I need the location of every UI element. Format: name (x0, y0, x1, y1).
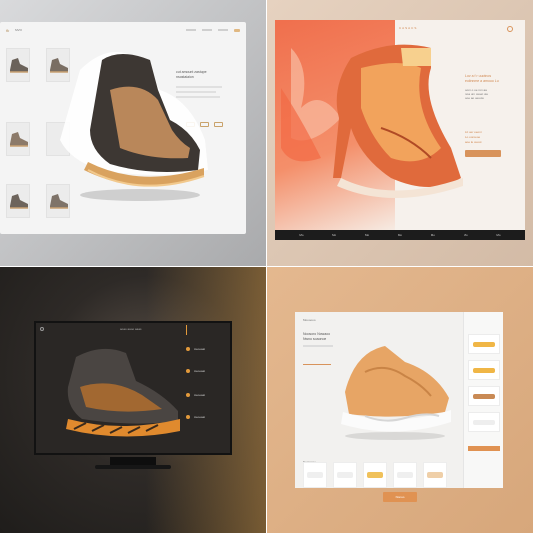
monitor-base (95, 465, 171, 469)
footer-link[interactable]: Mo (431, 233, 435, 237)
feature-label: Aeoeaat (194, 347, 206, 351)
feature-bullet-icon (186, 415, 190, 419)
buy-now-button[interactable]: Nonoo (383, 492, 417, 502)
sidebar-product[interactable] (468, 360, 500, 380)
cart-icon[interactable] (234, 28, 240, 32)
footer-link[interactable]: Mo (365, 233, 369, 237)
browser-window: Moooooo Noosoro Nowaoo Nwno soaonoe Noam… (295, 312, 503, 488)
shoe-thumb-icon (367, 472, 383, 478)
product-card[interactable] (423, 462, 447, 488)
logo-icon[interactable]: fk (6, 28, 9, 33)
hero-sneaker-image (66, 348, 180, 437)
shoe-thumb-icon (10, 58, 28, 73)
product-card[interactable] (303, 462, 327, 488)
sidebar-product[interactable] (468, 412, 500, 432)
footer-link[interactable]: Mo (464, 233, 468, 237)
menu-icon[interactable] (507, 26, 513, 32)
product-card[interactable] (393, 462, 417, 488)
monitor-stand (110, 457, 156, 465)
shoe-thumb-icon (10, 132, 28, 147)
coral-landing-screenshot: CASACS Lov a f r uuotnos eoiinnme a amou… (267, 0, 533, 266)
feature-bullet-icon (186, 393, 190, 397)
footer-link[interactable]: Mo (496, 233, 500, 237)
shoe-thumb-icon (427, 472, 443, 478)
feature-label: Aeoeaat (194, 393, 206, 397)
footer-bar: Mo Mo Mo Mo Mo Mo Mo (275, 230, 525, 240)
monitor-mockup-screenshot: aoao aaoo aaas Aeoeaat Aeoeaat Aeoeaat A… (0, 267, 266, 533)
brand-name: Moooooo (303, 318, 316, 322)
store-product-screenshot: Moooooo Noosoro Nowaoo Nwno soaonoe Noam… (267, 267, 533, 533)
hero-sneaker-image (341, 346, 451, 440)
hero-heel-shoe-image (281, 44, 463, 198)
feature-bullet-icon (186, 347, 190, 351)
feature-label: Aeoeaat (194, 369, 206, 373)
top-nav[interactable]: aoao aaoo aaas (120, 327, 142, 331)
sidebar-product[interactable] (468, 334, 500, 354)
add-to-cart-button[interactable] (468, 446, 500, 451)
shoe-thumb-icon (473, 342, 495, 347)
shoe-thumb-icon (397, 472, 413, 478)
brand-name: MVO (15, 28, 22, 32)
footer-link[interactable]: Mo (398, 233, 402, 237)
footer-link[interactable]: Mo (299, 233, 303, 237)
sidebar-product[interactable] (468, 386, 500, 406)
shoe-thumb-icon (337, 472, 353, 478)
product-sidebar (463, 312, 503, 488)
product-card[interactable] (363, 462, 387, 488)
grey-landing-screenshot: fk MVO cut amount zastupe nsostaiaion (0, 0, 266, 266)
hero-subhead: Nwno soaonoe (303, 337, 327, 341)
shoe-thumb-icon (473, 420, 495, 425)
feature-bullet-icon (186, 369, 190, 373)
shoe-thumb-icon (473, 368, 495, 373)
accent-divider (186, 325, 187, 335)
feature-label: Aeoeaat (194, 415, 206, 419)
shoe-thumb-icon (10, 194, 28, 209)
logo-icon[interactable] (40, 327, 44, 331)
shoe-thumb-icon (473, 394, 495, 399)
footer-link[interactable]: Mo (332, 233, 336, 237)
product-card[interactable] (333, 462, 357, 488)
monitor-screen: aoao aaoo aaas Aeoeaat Aeoeaat Aeoeaat A… (34, 321, 232, 455)
shoe-thumb-icon (307, 472, 323, 478)
hero-shoe-image (60, 52, 208, 201)
